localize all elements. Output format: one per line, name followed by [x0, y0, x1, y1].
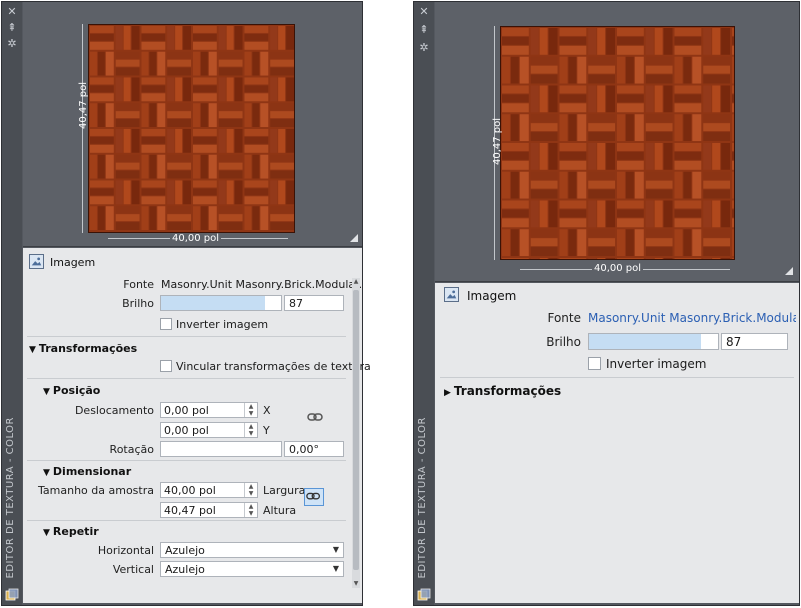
- brightness-value-input[interactable]: 87: [284, 295, 344, 311]
- spinner-arrows-icon[interactable]: ▲ ▼: [244, 423, 257, 437]
- image-section-title: Imagem: [467, 289, 517, 303]
- source-link[interactable]: Masonry.Unit Masonry.Brick.Modular.: [588, 311, 796, 325]
- sample-size-label: Tamanho da amostra: [38, 484, 154, 497]
- invert-image-label: Inverter imagem: [176, 318, 269, 331]
- horizontal-label: Horizontal: [97, 544, 154, 557]
- rotation-value-input[interactable]: 0,00°: [284, 441, 344, 457]
- height-dimension-label: 40,47 pol: [492, 117, 504, 166]
- scroll-up-icon[interactable]: ▲: [352, 278, 360, 286]
- vertical-repeat-select[interactable]: Azulejo ▼: [160, 561, 344, 577]
- y-axis-label: Y: [263, 424, 270, 437]
- chain-link-icon[interactable]: [304, 488, 324, 506]
- chain-link-icon[interactable]: [305, 408, 325, 426]
- collapse-triangle-icon: ▼: [29, 345, 36, 355]
- scale-section-header[interactable]: ▼ Dimensionar: [43, 465, 131, 478]
- width-dimension-label: 40,00 pol: [170, 233, 222, 244]
- source-value[interactable]: Masonry.Unit Masonry.Brick.Modular.B: [161, 278, 361, 291]
- scroll-thumb[interactable]: [353, 290, 359, 570]
- preview-resize-grip[interactable]: [350, 234, 358, 242]
- palette-title: EDITOR DE TEXTURA - COLOR: [417, 417, 428, 579]
- separator: [440, 377, 794, 378]
- texture-properties: Imagem Fonte Masonry.Unit Masonry.Brick.…: [23, 248, 371, 603]
- spinner-arrows-icon[interactable]: ▲ ▼: [244, 403, 257, 417]
- brightness-slider[interactable]: [588, 333, 719, 350]
- separator: [27, 460, 346, 461]
- settings-icon[interactable]: ✲: [418, 42, 430, 54]
- brightness-label: Brilho: [122, 297, 154, 310]
- link-transforms-checkbox[interactable]: [160, 360, 172, 372]
- invert-image-checkbox[interactable]: [588, 357, 601, 370]
- settings-icon[interactable]: ✲: [6, 38, 18, 50]
- texture-editor-icon: [5, 588, 19, 601]
- height-axis-label: Altura: [263, 504, 297, 517]
- spinner-arrows-icon[interactable]: ▲ ▼: [244, 483, 257, 497]
- width-dimension-label: 40,00 pol: [592, 263, 644, 274]
- sample-width-input[interactable]: 40,00 pol ▲ ▼: [160, 482, 258, 498]
- transforms-section-header[interactable]: ▼ Transformações: [29, 342, 137, 355]
- x-axis-label: X: [263, 404, 271, 417]
- chevron-down-icon: ▼: [332, 564, 339, 573]
- palette-title: EDITOR DE TEXTURA - COLOR: [5, 417, 16, 579]
- brick-texture-image: [88, 24, 295, 233]
- separator: [27, 520, 346, 521]
- offset-x-input[interactable]: 0,00 pol ▲ ▼: [160, 402, 258, 418]
- close-icon[interactable]: ✕: [418, 6, 430, 18]
- collapse-triangle-icon: ▼: [43, 528, 50, 538]
- width-axis-label: Largura: [263, 484, 306, 497]
- vertical-label: Vertical: [112, 563, 154, 576]
- image-icon: [444, 287, 459, 302]
- brightness-slider-fill: [161, 296, 266, 310]
- separator: [27, 336, 346, 337]
- texture-preview: 40,47 pol 40,00 pol: [435, 2, 799, 282]
- brightness-label: Brilho: [546, 335, 581, 349]
- brick-texture-image: [500, 26, 735, 260]
- chevron-down-icon: ▼: [332, 545, 339, 554]
- repeat-section-header[interactable]: ▼ Repetir: [43, 525, 99, 538]
- offset-y-input[interactable]: 0,00 pol ▲ ▼: [160, 422, 258, 438]
- brightness-slider[interactable]: [160, 295, 282, 311]
- link-transforms-label: Vincular transformações de textura: [176, 360, 371, 373]
- preview-resize-grip[interactable]: [785, 267, 793, 275]
- texture-editor-palette-1: ✕ ⇞ ✲ EDITOR DE TEXTURA - COLOR 40,47 po…: [1, 1, 371, 606]
- collapse-triangle-icon: ▼: [43, 468, 50, 478]
- scroll-down-icon[interactable]: ▼: [352, 580, 360, 588]
- source-label: Fonte: [547, 311, 581, 325]
- brightness-slider-fill: [589, 334, 702, 349]
- invert-image-checkbox[interactable]: [160, 318, 172, 330]
- position-section-header[interactable]: ▼ Posição: [43, 384, 100, 397]
- close-icon[interactable]: ✕: [6, 6, 18, 18]
- spinner-arrows-icon[interactable]: ▲ ▼: [244, 503, 257, 517]
- properties-scrollbar[interactable]: ▲ ▼: [352, 278, 360, 588]
- rotation-slider[interactable]: [160, 441, 282, 457]
- palette-titlebar[interactable]: ✕ ⇞ ✲ EDITOR DE TEXTURA - COLOR: [414, 2, 434, 605]
- texture-editor-icon: [417, 588, 431, 601]
- texture-properties: Imagem Fonte Masonry.Unit Masonry.Brick.…: [435, 283, 799, 603]
- offset-label: Deslocamento: [74, 404, 154, 417]
- collapse-triangle-icon: ▼: [43, 387, 50, 397]
- texture-editor-palette-2: ✕ ⇞ ✲ EDITOR DE TEXTURA - COLOR 40,47 po…: [413, 1, 800, 606]
- transforms-section-header[interactable]: ▶ Transformações: [444, 384, 561, 398]
- rotation-label: Rotação: [109, 443, 154, 456]
- image-section-title: Imagem: [50, 256, 96, 269]
- pin-icon[interactable]: ⇞: [418, 24, 430, 36]
- source-label: Fonte: [123, 278, 154, 291]
- expand-triangle-icon: ▶: [444, 388, 451, 398]
- invert-image-label: Inverter imagem: [606, 357, 707, 371]
- texture-preview: 40,47 pol 40,00 pol: [23, 2, 362, 247]
- palette-titlebar[interactable]: ✕ ⇞ ✲ EDITOR DE TEXTURA - COLOR: [2, 2, 22, 605]
- sample-height-input[interactable]: 40,47 pol ▲ ▼: [160, 502, 258, 518]
- brightness-value-input[interactable]: 87: [721, 333, 788, 350]
- separator: [27, 378, 346, 379]
- horizontal-repeat-select[interactable]: Azulejo ▼: [160, 542, 344, 558]
- image-icon: [29, 254, 44, 269]
- height-dimension-label: 40,47 pol: [78, 81, 90, 130]
- pin-icon[interactable]: ⇞: [6, 22, 18, 34]
